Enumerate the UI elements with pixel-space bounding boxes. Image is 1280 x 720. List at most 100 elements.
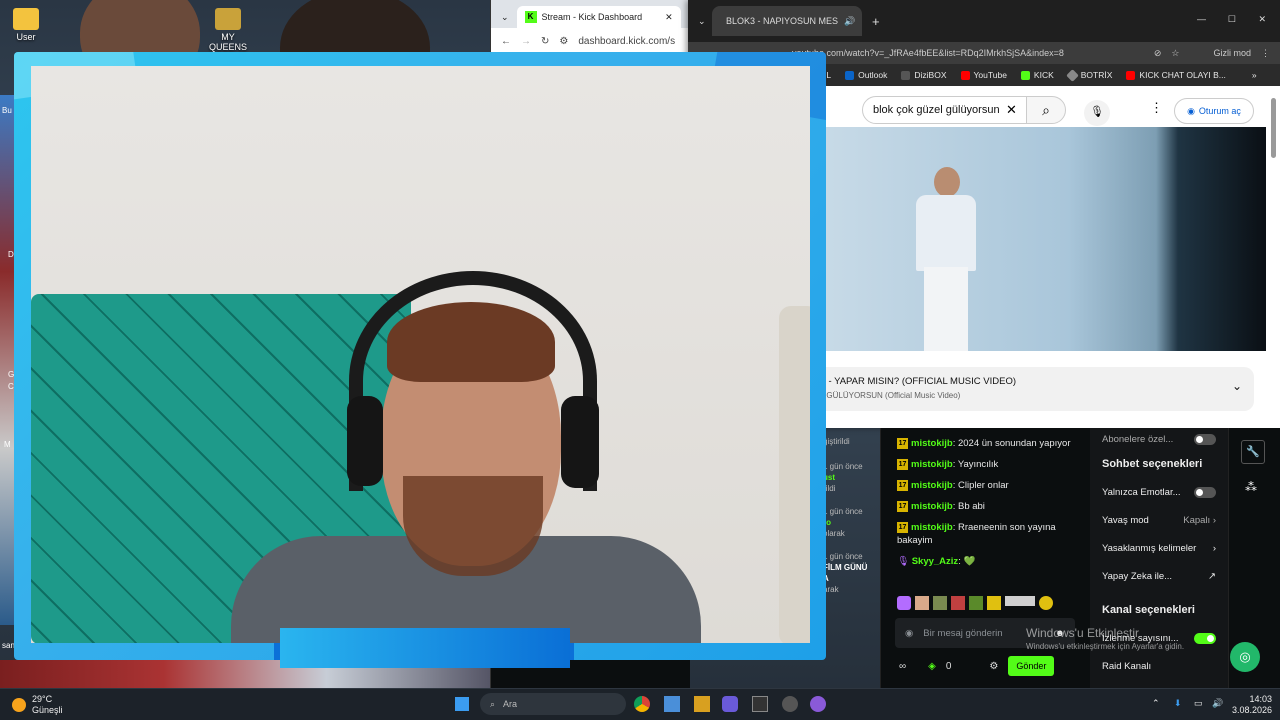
clock[interactable]: 14:03 3.08.2026 (1232, 694, 1272, 716)
start-icon[interactable] (455, 697, 469, 711)
setting-raid[interactable]: Raid Kanalı (1090, 652, 1228, 680)
network-icon[interactable]: ▭ (1194, 698, 1203, 709)
search-placeholder: Ara (503, 699, 518, 709)
bookmark-youtube[interactable]: YouTube (960, 70, 1007, 80)
wallpaper-strip-left (0, 95, 14, 625)
tab-youtube[interactable]: BLOK3 - NAPIYOSUN MES 🔊 ✕ (712, 6, 862, 36)
toggle-switch[interactable] (1194, 632, 1216, 644)
maximize-icon[interactable]: ☐ (1228, 14, 1236, 25)
video-subtitle: L GÜLÜYORSUN (Official Music Video) (820, 391, 961, 400)
setting-banned-words[interactable]: Yasaklanmış kelimeler › (1090, 534, 1228, 562)
close-tab-icon[interactable]: ✕ (861, 16, 862, 27)
close-window-icon[interactable]: ✕ (1258, 14, 1266, 25)
clock-date: 3.08.2026 (1232, 705, 1273, 715)
url-field[interactable]: dashboard.kick.com/s (578, 36, 675, 47)
infinity-icon[interactable]: ∞ (899, 661, 906, 672)
incognito-label[interactable]: Gizli mod (1213, 48, 1251, 58)
tray-app-icon[interactable]: ⬇ (1174, 698, 1182, 709)
new-tab-icon[interactable]: + (872, 14, 880, 29)
bookmark-outlook[interactable]: Outlook (845, 70, 887, 80)
desktop-fragment: san (2, 641, 15, 650)
chat-footer: ∞ ◈ 0 ⚙ Gönder (899, 654, 1079, 678)
expand-chevron-icon[interactable]: ⌄ (1232, 379, 1242, 393)
emoji-icon[interactable]: ◉ (905, 628, 913, 639)
weather-temp: 29°C (32, 694, 53, 704)
tab-kick-dashboard[interactable]: K Stream - Kick Dashboard ✕ (516, 6, 681, 28)
audio-icon[interactable]: 🔊 (844, 16, 855, 27)
wrench-icon[interactable]: 🔧 (1241, 440, 1265, 464)
help-bubble-icon[interactable]: ◎ (1230, 642, 1260, 672)
desktop-icon-my-queens[interactable]: MY QUEENS (204, 8, 252, 52)
youtube-icon (1126, 70, 1136, 80)
setting-slow-mode[interactable]: Yavaş mod Kapalı › (1090, 506, 1228, 534)
voice-search-icon[interactable]: 🎙 (1084, 100, 1110, 126)
chrome-icon[interactable] (634, 696, 650, 712)
activity-line: FİLM GÜNÜ (823, 563, 868, 572)
bookmark-star-icon[interactable]: ☆ (1171, 48, 1179, 59)
tray-chevron-icon[interactable]: ⌃ (1152, 698, 1160, 709)
pillow (779, 306, 810, 643)
app-icon[interactable] (782, 696, 798, 712)
taskbar-search[interactable]: ⌕ Ara (480, 693, 626, 715)
more-options-icon[interactable]: ⋮ (1150, 100, 1163, 116)
chat-options-title: Sohbet seçenekleri (1102, 458, 1203, 470)
subscriber-badge: 17 (897, 521, 908, 533)
headphone-band (349, 271, 597, 491)
app-icon[interactable] (694, 696, 710, 712)
menu-icon[interactable]: ⋮ (1261, 48, 1270, 59)
weather-widget[interactable]: 29°C Güneşli (12, 694, 63, 716)
yt-scrollbar[interactable] (1271, 98, 1276, 158)
send-button[interactable]: Gönder (1008, 656, 1055, 676)
site-settings-icon[interactable]: ⚙ (559, 36, 568, 47)
close-tab-icon[interactable]: ✕ (665, 12, 673, 23)
setting-emotes-only[interactable]: Yalnızca Emotlar... (1090, 478, 1228, 506)
setting-subscribers-only[interactable]: Abonelere özel... (1090, 428, 1228, 450)
volume-icon[interactable]: 🔊 (1212, 698, 1223, 709)
reload-icon[interactable]: ↻ (541, 36, 549, 47)
channel-options-title: Kanal seçenekleri (1102, 604, 1195, 616)
desktop-icon-user[interactable]: User (2, 8, 50, 42)
setting-ai[interactable]: Yapay Zeka ile... ↗ (1090, 562, 1228, 590)
desktop-fragment: C (8, 382, 14, 391)
chevron-right-icon: › (1212, 514, 1216, 526)
app-icon[interactable] (664, 696, 680, 712)
tracking-off-icon[interactable]: ⊘ (1154, 48, 1162, 59)
activity-user: ust (823, 473, 835, 482)
chat-message: 17 mistokijb: Yayıncılık (897, 458, 999, 470)
app-icon[interactable] (752, 696, 768, 712)
teams-icon[interactable] (722, 696, 738, 712)
tab-list-icon[interactable]: ⌄ (698, 16, 706, 27)
subscriber-badge: 17 (897, 437, 908, 449)
url-field[interactable]: youtube.com/watch?v=_JfRAe4fbEE&list=RDq… (792, 48, 1064, 58)
search-button[interactable]: ⌕ (1026, 96, 1066, 124)
folder-icon (215, 8, 241, 30)
dizibox-icon (901, 70, 911, 80)
subscriber-badge: 17 (897, 479, 908, 491)
forward-icon[interactable]: → (521, 36, 531, 47)
dashboard-right-rail: 🔧 ⁂ ◎ (1228, 428, 1280, 688)
bookmark-botrix[interactable]: BOTRİX (1065, 68, 1112, 82)
signin-button[interactable]: ◉ Oturum aç (1174, 98, 1254, 124)
back-icon[interactable]: ← (501, 36, 511, 47)
app-icon[interactable] (810, 696, 826, 712)
toggle-switch[interactable] (1194, 433, 1216, 445)
toggle-switch[interactable] (1194, 486, 1216, 498)
youtube-icon (960, 70, 970, 80)
more-bookmarks-icon[interactable]: » (1252, 70, 1257, 80)
video-info-card[interactable]: Z - YAPAR MISIN? (OFFICIAL MUSIC VIDEO) … (806, 367, 1254, 411)
activity-time: 1 gün önce (823, 507, 863, 516)
emote-icon (969, 596, 983, 610)
bookmark-kick[interactable]: KICK (1020, 70, 1054, 80)
bookmark-dizibox[interactable]: DiziBOX (901, 70, 947, 80)
bookmark-kick-chat[interactable]: KICK CHAT OLAYI B... (1126, 70, 1226, 80)
activate-windows-watermark: Windows'u Etkinleştir Windows'u etkinleş… (1026, 626, 1184, 651)
chat-settings-icon[interactable]: ⚙ (989, 661, 998, 672)
clear-search-icon[interactable]: ✕ (1006, 102, 1017, 118)
video-player[interactable] (826, 127, 1266, 351)
minimize-icon[interactable]: — (1197, 14, 1206, 24)
points-icon[interactable]: ◈ (928, 661, 936, 672)
apps-icon[interactable]: ⁂ (1245, 480, 1257, 494)
emote-icon (987, 596, 1001, 610)
tab-list-icon[interactable]: ⌄ (501, 12, 509, 23)
external-link-icon: ↗ (1208, 570, 1216, 582)
